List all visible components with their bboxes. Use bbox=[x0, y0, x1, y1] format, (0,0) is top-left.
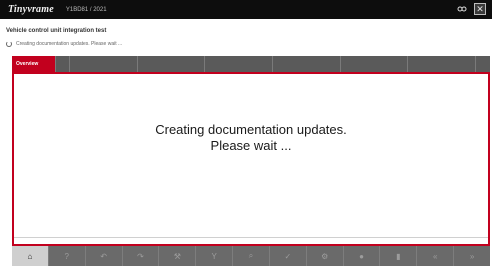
back-icon: ↶ bbox=[100, 251, 107, 261]
app-version: Y1BD81 / 2021 bbox=[65, 6, 107, 13]
tab-bar: Overview bbox=[12, 56, 490, 72]
tab-5[interactable] bbox=[205, 56, 274, 72]
main-panel: Creating documentation updates. Please w… bbox=[12, 72, 490, 246]
back-button[interactable]: ↶ bbox=[86, 246, 123, 266]
tab-label: Overview bbox=[16, 60, 39, 67]
check-icon: ✓ bbox=[284, 251, 292, 261]
wait-message: Creating documentation updates. Please w… bbox=[14, 122, 488, 154]
title-bar: Tinyvrame Y1BD81 / 2021 ✕ bbox=[0, 0, 492, 19]
tools-button[interactable]: ⚒ bbox=[159, 246, 197, 266]
next-icon: » bbox=[469, 251, 475, 261]
tools-icon: ⚒ bbox=[173, 251, 181, 261]
tab-8[interactable] bbox=[408, 56, 477, 72]
filter-button[interactable]: Y bbox=[196, 246, 234, 266]
message-line-1: Creating documentation updates. bbox=[155, 122, 347, 137]
help-button[interactable]: ? bbox=[49, 246, 86, 266]
tab-6[interactable] bbox=[273, 56, 341, 72]
check-button[interactable]: ✓ bbox=[270, 246, 307, 266]
tab-4[interactable] bbox=[138, 56, 206, 72]
tab-3[interactable] bbox=[70, 56, 138, 72]
print-button[interactable]: ▮ bbox=[380, 246, 418, 266]
status-row: Creating documentation updates. Please w… bbox=[6, 41, 122, 47]
home-icon: ⌂ bbox=[27, 251, 33, 261]
record-icon: ● bbox=[359, 251, 364, 261]
titlebar-icons: ✕ bbox=[456, 3, 486, 15]
prev-button[interactable]: « bbox=[417, 246, 455, 266]
settings-button[interactable]: ⚙ bbox=[307, 246, 344, 266]
message-line-2: Please wait ... bbox=[210, 138, 292, 153]
search-icon: ⌕ bbox=[248, 251, 254, 260]
prev-icon: « bbox=[432, 251, 438, 261]
search-button[interactable]: ⌕ bbox=[233, 246, 270, 266]
app-logo: Tinyvrame bbox=[8, 4, 54, 15]
record-button[interactable]: ● bbox=[344, 246, 381, 266]
tab-2[interactable] bbox=[56, 56, 70, 72]
help-icon: ? bbox=[64, 251, 69, 261]
next-button[interactable]: » bbox=[454, 246, 490, 266]
goggles-icon[interactable] bbox=[456, 3, 468, 15]
page-title: Vehicle control unit integration test bbox=[6, 28, 107, 34]
tab-9[interactable] bbox=[476, 56, 490, 72]
page-header: Vehicle control unit integration test Cr… bbox=[0, 19, 492, 55]
status-text: Creating documentation updates. Please w… bbox=[16, 41, 123, 47]
forward-button[interactable]: ↷ bbox=[123, 246, 160, 266]
settings-icon: ⚙ bbox=[321, 251, 329, 261]
filter-icon: Y bbox=[211, 251, 217, 261]
spinner-icon bbox=[6, 41, 12, 47]
tab-7[interactable] bbox=[341, 56, 409, 72]
forward-icon: ↷ bbox=[137, 251, 144, 261]
close-icon[interactable]: ✕ bbox=[474, 3, 486, 15]
print-icon: ▮ bbox=[396, 251, 401, 261]
divider bbox=[14, 237, 488, 238]
bottom-toolbar: ⌂ ? ↶ ↷ ⚒ Y ⌕ ✓ ⚙ ● ▮ « » bbox=[12, 246, 490, 266]
home-button[interactable]: ⌂ bbox=[12, 246, 49, 266]
tab-overview[interactable]: Overview bbox=[12, 56, 56, 72]
